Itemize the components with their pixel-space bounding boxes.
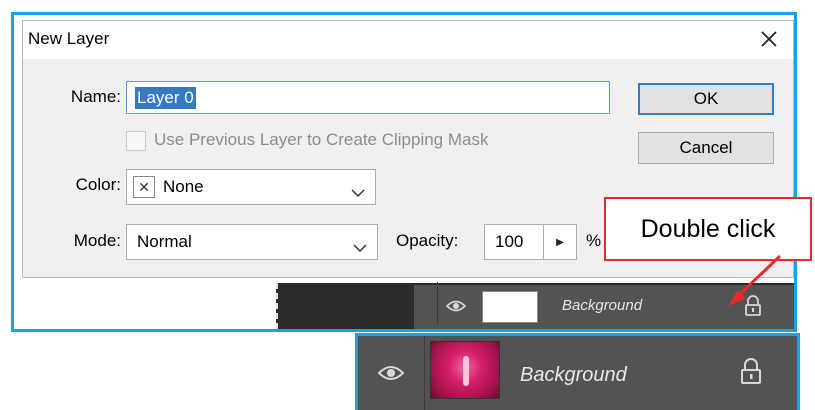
panel-separator: [424, 336, 425, 410]
cancel-button[interactable]: Cancel: [638, 132, 774, 164]
opacity-label: Opacity:: [396, 231, 459, 250]
chevron-down-icon: [351, 183, 365, 203]
color-select-value: None: [163, 177, 204, 196]
eye-icon[interactable]: [377, 364, 405, 387]
mode-select[interactable]: Normal: [126, 224, 378, 260]
ok-button[interactable]: OK: [638, 83, 774, 115]
name-label: Name:: [70, 87, 121, 106]
name-input-value: Layer 0: [135, 86, 196, 109]
clipping-mask-label: Use Previous Layer to Create Clipping Ma…: [154, 130, 489, 149]
panel-separator: [437, 282, 438, 326]
chevron-down-icon: [353, 238, 367, 258]
lock-icon[interactable]: [740, 358, 762, 391]
name-input[interactable]: Layer 0: [126, 81, 610, 114]
callout-arrow-icon: [700, 250, 790, 315]
dialog-title: New Layer: [28, 29, 110, 48]
canvas-dashed-edge: [276, 283, 278, 329]
opacity-unit: %: [586, 231, 602, 250]
bottom-screenshot-frame: Background: [355, 333, 800, 410]
close-icon[interactable]: [757, 27, 781, 51]
opacity-slider-button[interactable]: ▶: [543, 224, 577, 260]
no-color-icon: ✕: [133, 176, 155, 198]
layer-name: Background: [520, 364, 627, 386]
layer-thumbnail-white: [482, 291, 538, 323]
thumbnail-figure: [463, 356, 469, 386]
opacity-value: 100: [495, 232, 524, 251]
mode-select-value: Normal: [137, 232, 192, 251]
color-select[interactable]: ✕ None: [126, 169, 376, 205]
opacity-input[interactable]: 100: [484, 224, 544, 260]
eye-icon[interactable]: [445, 299, 467, 318]
layer-name: Background: [562, 297, 643, 314]
triangle-right-icon: ▶: [556, 236, 564, 248]
clipping-mask-checkbox[interactable]: [126, 131, 146, 151]
mode-label: Mode:: [73, 231, 121, 250]
color-label: Color:: [75, 175, 121, 194]
layer-thumbnail-photo: [430, 341, 500, 399]
dialog-titlebar: New Layer: [23, 21, 793, 59]
